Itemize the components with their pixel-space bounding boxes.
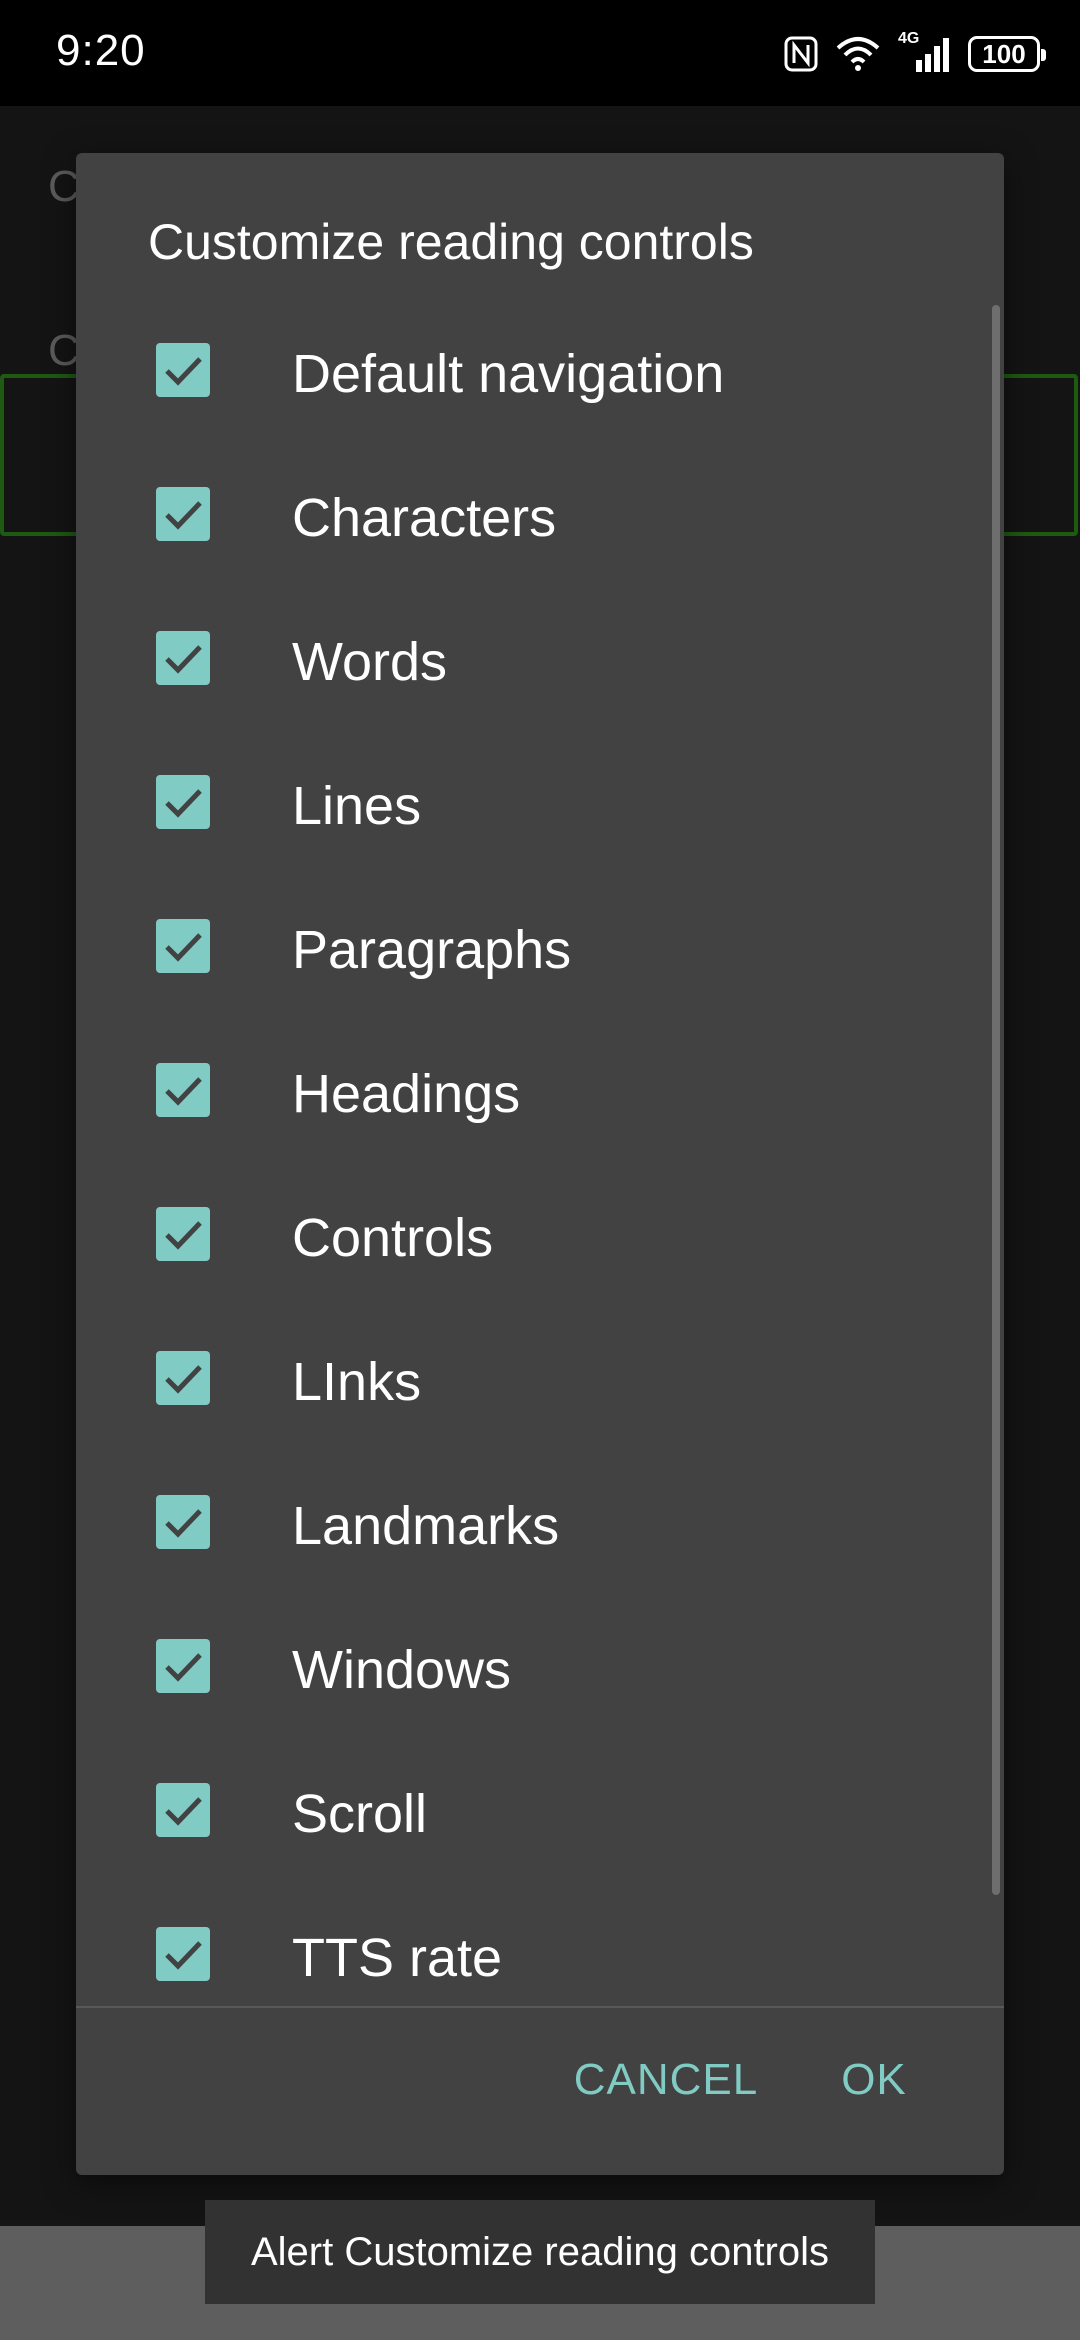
list-item[interactable]: Characters	[76, 443, 976, 587]
check-icon	[165, 357, 202, 386]
list-item[interactable]: Default navigation	[76, 299, 976, 443]
checkbox-checked[interactable]	[156, 631, 210, 685]
list-item-label: TTS rate	[292, 1928, 503, 1988]
dialog-title: Customize reading controls	[148, 214, 754, 270]
status-icons: 4G 100	[784, 30, 1046, 78]
checkbox-checked[interactable]	[156, 1927, 210, 1981]
checkbox-checked[interactable]	[156, 1495, 210, 1549]
list-item-label: Headings	[292, 1064, 521, 1124]
status-time: 9:20	[56, 26, 146, 75]
dialog-divider	[76, 2006, 1004, 2008]
check-icon	[165, 933, 202, 962]
list-item[interactable]: Controls	[76, 1163, 976, 1307]
screen: 9:20 4G 100 C C Customize reading contro…	[0, 0, 1080, 2340]
list-item-label: Characters	[292, 488, 557, 548]
list-item-label: Paragraphs	[292, 920, 572, 980]
check-icon	[165, 789, 202, 818]
checkbox-checked[interactable]	[156, 1639, 210, 1693]
checkbox-checked[interactable]	[156, 343, 210, 397]
nfc-icon	[784, 36, 818, 72]
checkbox-checked[interactable]	[156, 775, 210, 829]
wifi-icon	[836, 36, 880, 72]
reading-controls-dialog: Customize reading controls Default navig…	[76, 153, 1004, 2175]
battery-icon: 100	[968, 36, 1046, 72]
list-item-label: Default navigation	[292, 344, 725, 404]
check-icon	[165, 1509, 202, 1538]
background-row-letter: C	[48, 326, 80, 375]
checkbox-checked[interactable]	[156, 1207, 210, 1261]
list-item-label: Lines	[292, 776, 422, 836]
check-icon	[165, 501, 202, 530]
scrollbar[interactable]	[992, 305, 1000, 1895]
check-icon	[165, 1653, 202, 1682]
list-item[interactable]: Windows	[76, 1595, 976, 1739]
cancel-button[interactable]: CANCEL	[556, 2040, 776, 2120]
list-item[interactable]: Words	[76, 587, 976, 731]
ok-button[interactable]: OK	[814, 2040, 934, 2120]
list-item[interactable]: Scroll	[76, 1739, 976, 1883]
check-icon	[165, 1077, 202, 1106]
list-item[interactable]: LInks	[76, 1307, 976, 1451]
checkbox-checked[interactable]	[156, 487, 210, 541]
checkbox-checked[interactable]	[156, 1351, 210, 1405]
list-item[interactable]: Landmarks	[76, 1451, 976, 1595]
background-row-letter: C	[48, 162, 80, 211]
signal-icon: 4G	[898, 30, 950, 74]
list-item-label: Windows	[292, 1640, 512, 1700]
check-icon	[165, 645, 202, 674]
check-icon	[165, 1221, 202, 1250]
battery-level: 100	[982, 38, 1026, 69]
list-item-label: Scroll	[292, 1784, 428, 1844]
checkbox-checked[interactable]	[156, 1063, 210, 1117]
list-item-label: Controls	[292, 1208, 494, 1268]
list-item-label: Landmarks	[292, 1496, 560, 1556]
status-bar: 9:20 4G 100	[0, 0, 1080, 106]
check-icon	[165, 1365, 202, 1394]
toast-message: Alert Customize reading controls	[205, 2200, 875, 2304]
list-item-label: Words	[292, 632, 448, 692]
reading-controls-list[interactable]: Default navigation Characters Words Line…	[76, 299, 1004, 2159]
checkbox-checked[interactable]	[156, 919, 210, 973]
check-icon	[165, 1941, 202, 1970]
list-item[interactable]: Paragraphs	[76, 875, 976, 1019]
checkbox-checked[interactable]	[156, 1783, 210, 1837]
list-item[interactable]: Lines	[76, 731, 976, 875]
list-item-label: LInks	[292, 1352, 422, 1412]
check-icon	[165, 1797, 202, 1826]
list-item[interactable]: Headings	[76, 1019, 976, 1163]
